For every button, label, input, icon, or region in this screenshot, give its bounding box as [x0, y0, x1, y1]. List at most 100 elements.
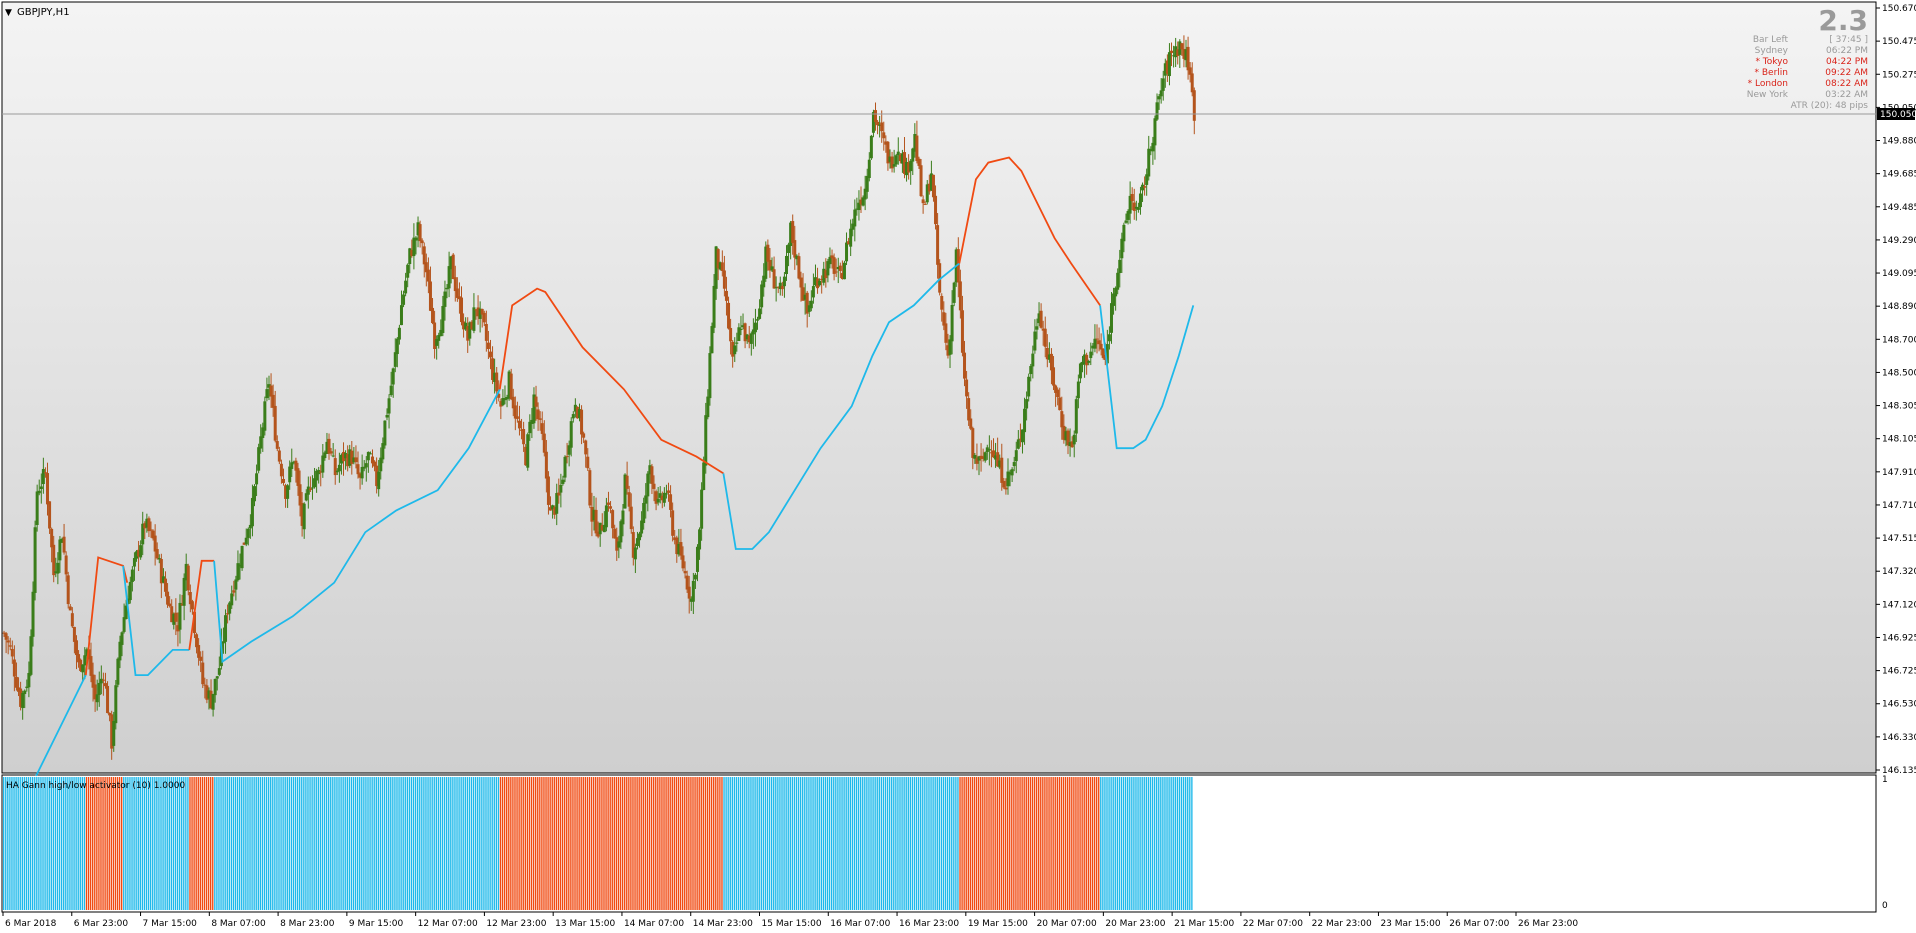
candle-body	[1033, 331, 1037, 351]
indicator-bar-up	[1139, 777, 1141, 910]
indicator-bar-up	[371, 777, 373, 910]
candle-body	[1120, 238, 1124, 259]
indicator-bar-up	[752, 777, 754, 910]
price-tick-label: 148.105	[1882, 435, 1916, 445]
price-tick-label: 147.710	[1882, 501, 1916, 511]
indicator-bar-up	[7, 777, 9, 910]
indicator-bar-up	[843, 777, 845, 910]
candle-body	[1118, 259, 1122, 274]
price-tick-label: 147.515	[1882, 534, 1916, 544]
candle-body	[354, 457, 358, 463]
candle-body	[246, 528, 250, 538]
time-tick-label: 19 Mar 15:00	[968, 919, 1028, 929]
candle-body	[540, 423, 544, 434]
indicator-bar-down	[207, 777, 210, 910]
indicator-bar-up	[25, 777, 28, 910]
candle-body	[1122, 224, 1126, 242]
candle-body	[1039, 310, 1043, 328]
indicator-bar-down	[1054, 777, 1056, 910]
indicator-bar-up	[746, 777, 748, 910]
info-row-label: New York	[1747, 90, 1789, 100]
candle-body	[1012, 462, 1016, 467]
indicator-bar-up	[149, 777, 152, 910]
indicator-bar-down	[555, 777, 558, 910]
indicator-bar-up	[65, 777, 67, 910]
indicator-bar-up	[27, 777, 30, 910]
indicator-bar-up	[332, 777, 334, 910]
candle-body	[174, 612, 178, 622]
indicator-bar-up	[77, 777, 79, 910]
candle-body	[337, 464, 341, 472]
indicator-bar-up	[270, 777, 272, 910]
indicator-bar-up	[922, 777, 924, 910]
indicator-bar-down	[704, 777, 707, 910]
indicator-bar-up	[1170, 777, 1172, 910]
price-tick-label: 146.925	[1882, 633, 1916, 643]
indicator-bar-up	[433, 777, 435, 910]
indicator-bar-down	[667, 777, 669, 910]
candle-body	[31, 591, 35, 637]
candle-body	[399, 305, 403, 326]
time-tick-label: 26 Mar 23:00	[1518, 919, 1578, 929]
info-big-value: 2.3	[1818, 4, 1868, 37]
info-row-label: * Tokyo	[1755, 57, 1788, 67]
indicator-bar-down	[201, 777, 204, 910]
indicator-bar-down	[568, 777, 570, 910]
price-pane[interactable]	[1, 1, 1877, 774]
indicator-bar-up	[162, 777, 164, 910]
indicator-bar-down	[692, 777, 694, 910]
indicator-bar-down	[553, 777, 555, 910]
indicator-bar-up	[1160, 777, 1162, 910]
indicator-bar-up	[410, 777, 413, 910]
candle-body	[112, 720, 116, 746]
indicator-bar-up	[292, 777, 295, 910]
candle-body	[329, 451, 333, 454]
indicator-bar-up	[926, 777, 928, 910]
candle-body	[12, 659, 16, 677]
indicator-bar-up	[472, 777, 475, 910]
indicator-bar-up	[773, 777, 775, 910]
indicator-bar-down	[721, 777, 723, 910]
indicator-bar-up	[901, 777, 903, 910]
indicator-bar-down	[1073, 777, 1075, 910]
candle-body	[495, 372, 499, 392]
indicator-bar-down	[636, 777, 638, 910]
indicator-bar-up	[423, 777, 425, 910]
candle-body	[1147, 148, 1151, 177]
indicator-bar-down	[996, 777, 998, 910]
indicator-bar-up	[36, 777, 38, 910]
indicator-bar-up	[891, 777, 893, 910]
candle-body	[27, 672, 31, 688]
indicator-bar-up	[1168, 777, 1170, 910]
indicator-bar-up	[804, 777, 806, 910]
indicator-bar-up	[497, 777, 500, 910]
candle-body	[451, 254, 455, 280]
candle-body	[664, 493, 668, 495]
dropdown-arrow-icon[interactable]: ▼	[5, 8, 12, 18]
indicator-bar-up	[348, 777, 351, 910]
indicator-bar-up	[839, 777, 841, 910]
candle-body	[958, 281, 962, 311]
chart-window: ▼ GBPJPY,H1 HA Gann high/low activator (…	[0, 0, 1916, 933]
candle-body	[853, 209, 857, 227]
indicator-bar-up	[957, 777, 959, 910]
indicator-bar-up	[855, 777, 858, 910]
indicator-bar-up	[249, 777, 251, 910]
candle-body	[571, 414, 575, 419]
indicator-bar-up	[214, 777, 216, 910]
candle-body	[652, 483, 656, 489]
indicator-bar-up	[1172, 777, 1174, 910]
candle-body	[149, 529, 153, 531]
indicator-bar-up	[1191, 777, 1193, 910]
indicator-bar-up	[388, 777, 390, 910]
indicator-bar-up	[886, 777, 889, 910]
candle-body	[306, 486, 310, 495]
indicator-bar-down	[592, 777, 595, 910]
candle-body	[486, 342, 490, 350]
indicator-bar-down	[559, 777, 562, 910]
candle-body	[960, 310, 964, 353]
indicator-bar-up	[83, 777, 86, 910]
candle-body	[915, 135, 919, 162]
candle-body	[286, 485, 290, 499]
indicator-bar-up	[806, 777, 808, 910]
